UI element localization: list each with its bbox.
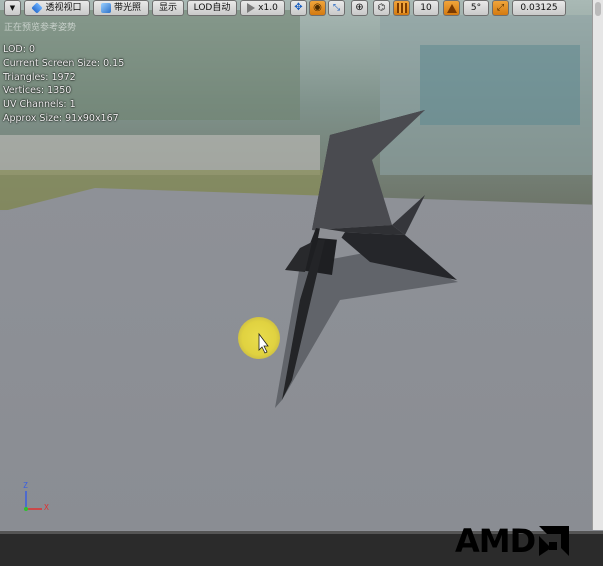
show-button[interactable]: 显示 [152, 0, 184, 16]
move-icon: ✥ [294, 2, 303, 13]
scale-icon: ⤡ [332, 3, 341, 13]
angle-icon [446, 3, 457, 13]
viewport-toolbar: ▼ 透视视口 带光照 显示 LOD自动 x1.0 ✥ ◉ ⤡ ⊕ ⌬ 10 5°… [0, 0, 603, 18]
stat-triangles: Triangles: 1972 [3, 71, 76, 83]
lit-mode-button[interactable]: 带光照 [93, 0, 149, 16]
scale-snap-icon: ⤢ [496, 3, 505, 13]
lit-label: 带光照 [113, 3, 141, 13]
static-mesh-viewport[interactable]: ▼ 透视视口 带光照 显示 LOD自动 x1.0 ✥ ◉ ⤡ ⊕ ⌬ 10 5°… [0, 0, 603, 566]
surface-snap-icon: ⌬ [377, 3, 386, 13]
stat-uv-channels: UV Channels: 1 [3, 99, 76, 111]
lod-button[interactable]: LOD自动 [187, 0, 237, 16]
rotate-tool-button[interactable]: ◉ [309, 0, 326, 16]
stat-screen-size: Current Screen Size: 0.15 [3, 57, 125, 69]
scale-snap-value[interactable]: 0.03125 [512, 0, 566, 16]
viewport-options-button[interactable]: ▼ [4, 0, 21, 16]
lod-label: LOD自动 [193, 3, 231, 13]
grid-snap-value[interactable]: 10 [413, 0, 439, 16]
amd-logo-text: AMD [455, 522, 536, 560]
lit-cube-icon [100, 3, 111, 13]
chevron-down-icon: ▼ [9, 4, 16, 12]
mesh-stats-overlay: LOD: 0 Current Screen Size: 0.15 Triangl… [3, 43, 124, 126]
world-local-button[interactable]: ⊕ [351, 0, 368, 16]
axis-gizmo: Z X [18, 481, 58, 515]
stat-lod: LOD: 0 [3, 44, 36, 55]
stat-vertices: Vertices: 1350 [3, 85, 72, 97]
surface-snap-button[interactable]: ⌬ [373, 0, 390, 16]
env-road [0, 135, 320, 175]
vertical-scrollbar[interactable] [592, 0, 603, 530]
env-building-glass [420, 45, 580, 125]
scale-snap-label: 0.03125 [520, 3, 558, 13]
perspective-button[interactable]: 透视视口 [24, 0, 90, 16]
perspective-label: 透视视口 [45, 3, 82, 13]
rotate-icon: ◉ [313, 2, 322, 13]
grid-icon [396, 3, 407, 13]
rotation-snap-toggle[interactable] [443, 0, 460, 16]
play-speed-button[interactable]: x1.0 [240, 0, 285, 16]
grid-snap-toggle[interactable] [393, 0, 410, 16]
perspective-icon [31, 2, 44, 14]
grid-snap-label: 10 [420, 3, 432, 13]
amd-arrow-icon [539, 526, 570, 556]
scrollbar-thumb[interactable] [595, 2, 601, 16]
amd-watermark: AMD [455, 524, 571, 558]
globe-icon: ⊕ [355, 2, 364, 13]
axis-x-label: X [44, 503, 49, 512]
show-label: 显示 [158, 3, 177, 13]
play-icon [247, 3, 256, 13]
translate-tool-button[interactable]: ✥ [290, 0, 307, 16]
stat-approx-size: Approx Size: 91x90x167 [3, 112, 119, 124]
scale-snap-toggle[interactable]: ⤢ [492, 0, 509, 16]
axis-z-label: Z [23, 481, 28, 490]
viewport-subtitle: 正在预览参考姿势 [4, 23, 77, 33]
rotation-snap-label: 5° [470, 3, 482, 13]
scale-tool-button[interactable]: ⤡ [328, 0, 345, 16]
rotation-snap-value[interactable]: 5° [463, 0, 489, 16]
speed-label: x1.0 [258, 3, 278, 13]
